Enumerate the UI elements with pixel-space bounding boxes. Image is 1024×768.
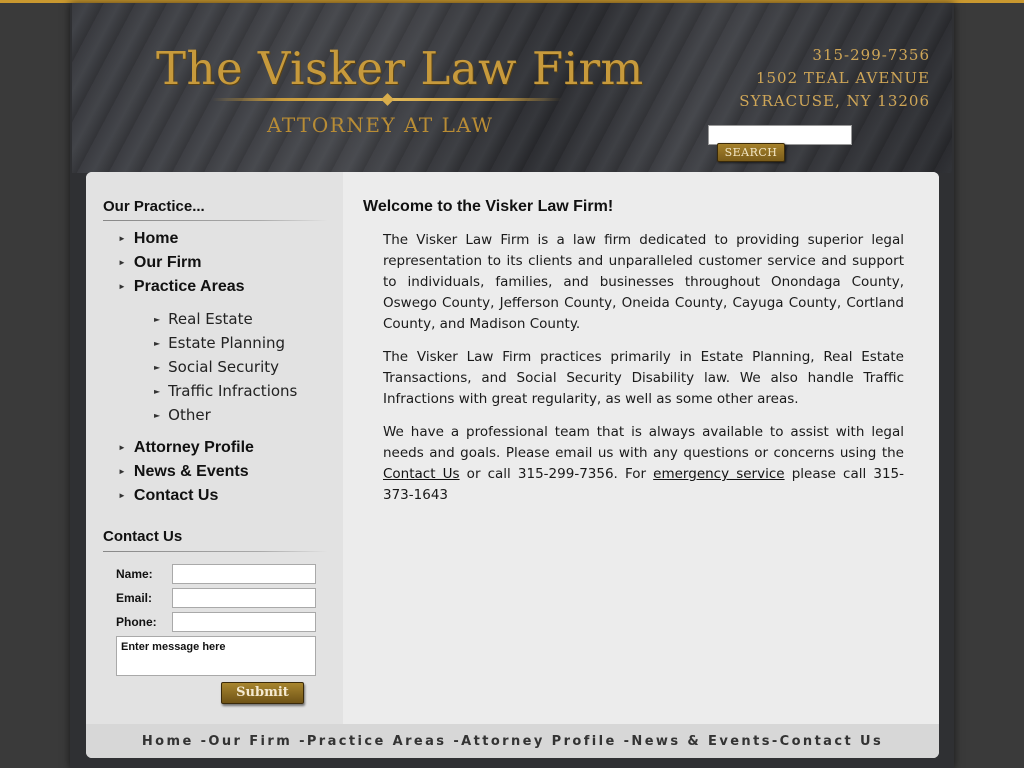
emergency-service-link[interactable]: emergency service — [653, 466, 784, 482]
email-label: Email: — [116, 591, 153, 605]
triangle-right-icon: ► — [118, 467, 126, 476]
nav-sub-traffic-infractions[interactable]: ► Traffic Infractions — [154, 382, 297, 400]
main-content: Welcome to the Visker Law Firm! The Visk… — [343, 172, 939, 724]
content-panel: Our Practice... ► Home ► Our Firm ► Practic… — [86, 172, 939, 758]
email-field[interactable] — [172, 588, 316, 608]
phone-label: Phone: — [116, 615, 157, 629]
logo-subtitle: ATTORNEY AT LAW — [267, 113, 494, 137]
nav-label: Practice Areas — [133, 278, 245, 295]
practice-heading-rule — [103, 220, 328, 221]
practice-paragraph: The Visker Law Firm practices primarily … — [383, 349, 904, 407]
contact-paragraph: We have a professional team that is alwa… — [383, 422, 904, 506]
header-address-line1: 1502 TEAL AVENUE — [755, 69, 930, 87]
triangle-right-icon: ► — [154, 363, 161, 372]
nav-label: Contact Us — [133, 487, 219, 504]
footer-link-our-firm[interactable]: -Our Firm — [201, 734, 299, 749]
nav-sub-real-estate[interactable]: ► Real Estate — [154, 310, 253, 328]
nav-item-news-events[interactable]: ► News & Events — [118, 463, 249, 481]
contact-text-2: or call 315-299-7356. For — [459, 466, 654, 482]
contact-heading-rule — [103, 551, 328, 552]
logo-title[interactable]: The Visker Law Firm — [156, 42, 644, 95]
nav-item-contact-us[interactable]: ► Contact Us — [118, 487, 218, 505]
nav-label: Our Firm — [133, 254, 202, 271]
nav-item-home[interactable]: ► Home — [118, 230, 178, 248]
phone-field[interactable] — [172, 612, 316, 632]
nav-item-practice-areas[interactable]: ► Practice Areas — [118, 278, 245, 296]
nav-item-attorney-profile[interactable]: ► Attorney Profile — [118, 439, 254, 457]
header-contact-info: 315-299-7356 1502 TEAL AVENUE SYRACUSE, … — [739, 44, 930, 113]
nav-sub-label: Real Estate — [168, 310, 253, 328]
triangle-right-icon: ► — [154, 387, 161, 396]
contact-us-link[interactable]: Contact Us — [383, 466, 460, 482]
triangle-right-icon: ► — [118, 258, 126, 267]
triangle-right-icon: ► — [118, 491, 126, 500]
search-input[interactable] — [708, 125, 852, 145]
search-button[interactable]: SEARCH — [717, 143, 785, 162]
intro-paragraph: The Visker Law Firm is a law firm dedica… — [383, 232, 904, 332]
footer-nav: Home -Our Firm -Practice Areas -Attorney… — [86, 724, 939, 758]
contact-text-1: We have a professional team that is alwa… — [383, 424, 904, 461]
message-field[interactable]: Enter message here — [116, 636, 316, 676]
nav-item-our-firm[interactable]: ► Our Firm — [118, 254, 201, 272]
header-address-line2: SYRACUSE, NY 13206 — [739, 92, 930, 110]
nav-label: News & Events — [133, 463, 249, 480]
contact-heading: Contact Us — [103, 528, 183, 545]
nav-sub-label: Other — [168, 406, 211, 424]
nav-sub-label: Traffic Infractions — [168, 382, 298, 400]
nav-sub-estate-planning[interactable]: ► Estate Planning — [154, 334, 285, 352]
triangle-right-icon: ► — [154, 339, 161, 348]
footer-link-practice-areas[interactable]: -Practice Areas — [299, 734, 453, 749]
nav-label: Attorney Profile — [133, 439, 254, 456]
sidebar: Our Practice... ► Home ► Our Firm ► Practic… — [86, 172, 343, 724]
nav-sub-other[interactable]: ► Other — [154, 406, 211, 424]
triangle-right-icon: ► — [154, 411, 161, 420]
nav-sub-label: Estate Planning — [168, 334, 286, 352]
header-phone: 315-299-7356 — [812, 46, 930, 64]
practice-heading: Our Practice... — [103, 198, 205, 215]
triangle-right-icon: ► — [118, 443, 126, 452]
nav-sub-label: Social Security — [168, 358, 279, 376]
nav-label: Home — [133, 230, 179, 247]
name-label: Name: — [116, 567, 153, 581]
footer-link-contact-us[interactable]: -Contact Us — [772, 734, 883, 749]
nav-sub-social-security[interactable]: ► Social Security — [154, 358, 279, 376]
footer-link-home[interactable]: Home — [142, 734, 201, 749]
footer-link-news-events[interactable]: -News & Events — [624, 734, 772, 749]
triangle-right-icon: ► — [118, 234, 126, 243]
triangle-right-icon: ► — [154, 315, 161, 324]
page-title: Welcome to the Visker Law Firm! — [363, 198, 614, 215]
submit-button[interactable]: Submit — [221, 682, 304, 704]
name-field[interactable] — [172, 564, 316, 584]
footer-link-attorney-profile[interactable]: -Attorney Profile — [453, 734, 623, 749]
triangle-right-icon: ► — [118, 282, 126, 291]
